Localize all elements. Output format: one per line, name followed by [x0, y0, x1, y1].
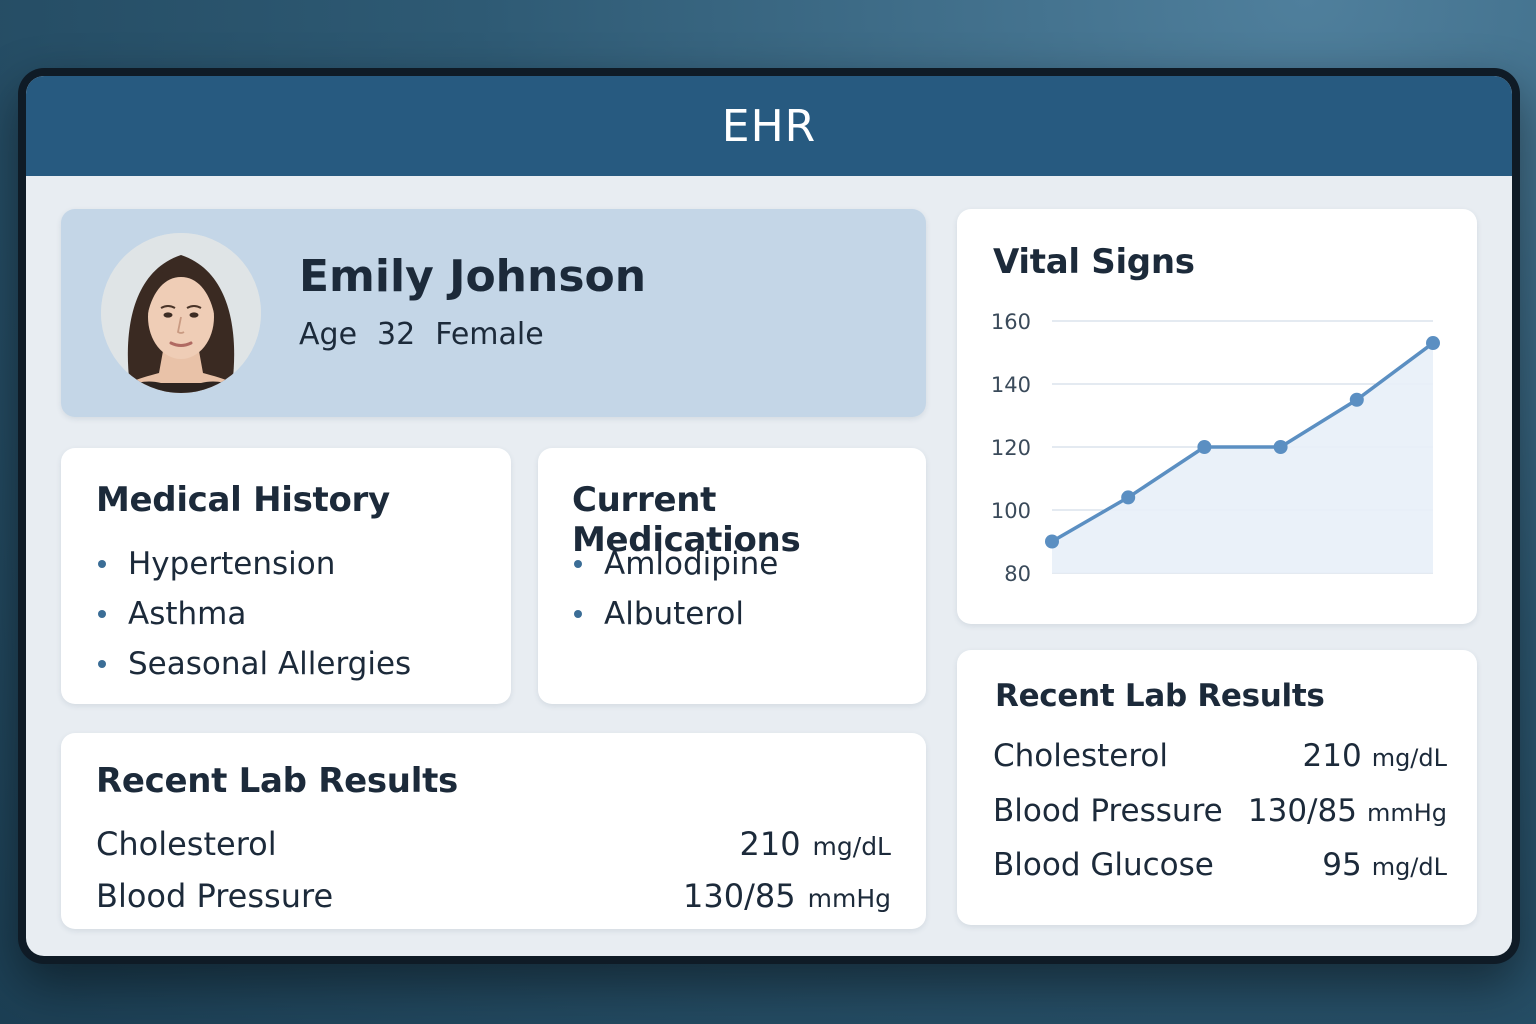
vital-signs-chart: 160 140 120 100 80	[991, 310, 1440, 586]
data-point	[1426, 336, 1440, 351]
lab-name: Blood Pressure	[96, 877, 334, 915]
data-point	[1045, 534, 1059, 549]
lab-unit: mmHg	[807, 884, 891, 913]
list-item: Albuterol	[572, 589, 778, 639]
bullet-icon	[98, 610, 106, 618]
medications-card[interactable]: Current Medications Amlodipine Albuterol	[538, 448, 926, 704]
lab-reading: 210 mg/dL	[1303, 738, 1447, 774]
lab-reading: 210 mg/dL	[739, 825, 891, 863]
medication-item-label: Amlodipine	[604, 546, 779, 582]
lab-row-blood-pressure: Blood Pressure 130/85 mmHg	[993, 793, 1447, 829]
lab-results-card[interactable]: Recent Lab Results Cholesterol 210 mg/dL …	[61, 733, 926, 929]
lab-unit: mg/dL	[1371, 853, 1447, 881]
lab-value: 130/85	[1247, 793, 1357, 829]
medications-list: Amlodipine Albuterol	[572, 539, 778, 639]
data-point	[1273, 440, 1288, 454]
y-tick-label: 80	[1004, 562, 1031, 586]
patient-card[interactable]: Emily Johnson Age 32 Female	[61, 209, 926, 417]
lab-results-title: Recent Lab Results	[96, 761, 458, 801]
lab-value: 210	[1302, 738, 1362, 774]
app-title: EHR	[721, 100, 817, 152]
history-item-label: Seasonal Allergies	[128, 646, 412, 682]
y-tick-label: 100	[991, 499, 1031, 523]
lab-name: Cholesterol	[96, 825, 277, 863]
patient-name: Emily Johnson	[299, 251, 647, 302]
y-tick-label: 120	[991, 436, 1031, 460]
lab-value: 210	[739, 825, 801, 863]
lab-row-blood-glucose: Blood Glucose 95 mg/dL	[993, 847, 1447, 883]
patient-demographics: Age 32 Female	[299, 317, 544, 352]
history-item-label: Asthma	[128, 596, 247, 632]
list-item: Asthma	[96, 589, 411, 639]
bullet-icon	[98, 660, 106, 668]
y-tick-label: 140	[991, 373, 1031, 397]
device-frame: EHR Emily Johnson Age 32 Female Medical …	[18, 68, 1520, 964]
medication-item-label: Albuterol	[604, 596, 745, 632]
patient-age: 32	[377, 317, 416, 352]
medical-history-title: Medical History	[96, 480, 390, 520]
bullet-icon	[98, 560, 106, 568]
medical-history-card[interactable]: Medical History Hypertension Asthma Seas…	[61, 448, 511, 704]
lab-value: 95	[1322, 847, 1362, 883]
patient-age-label: Age	[299, 317, 358, 352]
lab-row-cholesterol: Cholesterol 210 mg/dL	[96, 825, 891, 863]
series-area	[1052, 343, 1433, 573]
vital-signs-card[interactable]: Vital Signs 160 140 120 100 80	[957, 209, 1477, 624]
lab-reading: 130/85 mmHg	[1248, 793, 1447, 829]
lab-name: Blood Glucose	[993, 847, 1214, 883]
lab-value: 130/85	[683, 877, 796, 915]
medical-history-list: Hypertension Asthma Seasonal Allergies	[96, 539, 411, 689]
lab-unit: mg/dL	[1371, 744, 1447, 772]
patient-avatar	[101, 233, 261, 393]
patient-photo-icon	[101, 233, 261, 393]
lab-reading: 130/85 mmHg	[683, 877, 891, 915]
lab-row-cholesterol: Cholesterol 210 mg/dL	[993, 738, 1447, 774]
lab-unit: mmHg	[1366, 799, 1447, 827]
history-item-label: Hypertension	[128, 546, 336, 582]
data-point	[1121, 490, 1136, 505]
list-item: Seasonal Allergies	[96, 639, 411, 689]
y-tick-label: 160	[991, 310, 1031, 334]
patient-sex: Female	[435, 317, 544, 352]
list-item: Amlodipine	[572, 539, 778, 589]
bullet-icon	[574, 610, 582, 618]
app-screen: EHR Emily Johnson Age 32 Female Medical …	[26, 76, 1512, 956]
list-item: Hypertension	[96, 539, 411, 589]
lab-results-summary-card[interactable]: Recent Lab Results Cholesterol 210 mg/dL …	[957, 650, 1477, 925]
lab-results-summary-title: Recent Lab Results	[995, 678, 1325, 714]
lab-name: Blood Pressure	[993, 793, 1223, 829]
bullet-icon	[574, 560, 582, 568]
app-header: EHR	[26, 76, 1512, 176]
lab-unit: mg/dL	[812, 832, 891, 861]
lab-row-blood-pressure: Blood Pressure 130/85 mmHg	[96, 877, 891, 915]
data-point	[1349, 392, 1364, 407]
lab-name: Cholesterol	[993, 738, 1168, 774]
data-point	[1197, 440, 1212, 454]
lab-reading: 95 mg/dL	[1322, 847, 1447, 883]
